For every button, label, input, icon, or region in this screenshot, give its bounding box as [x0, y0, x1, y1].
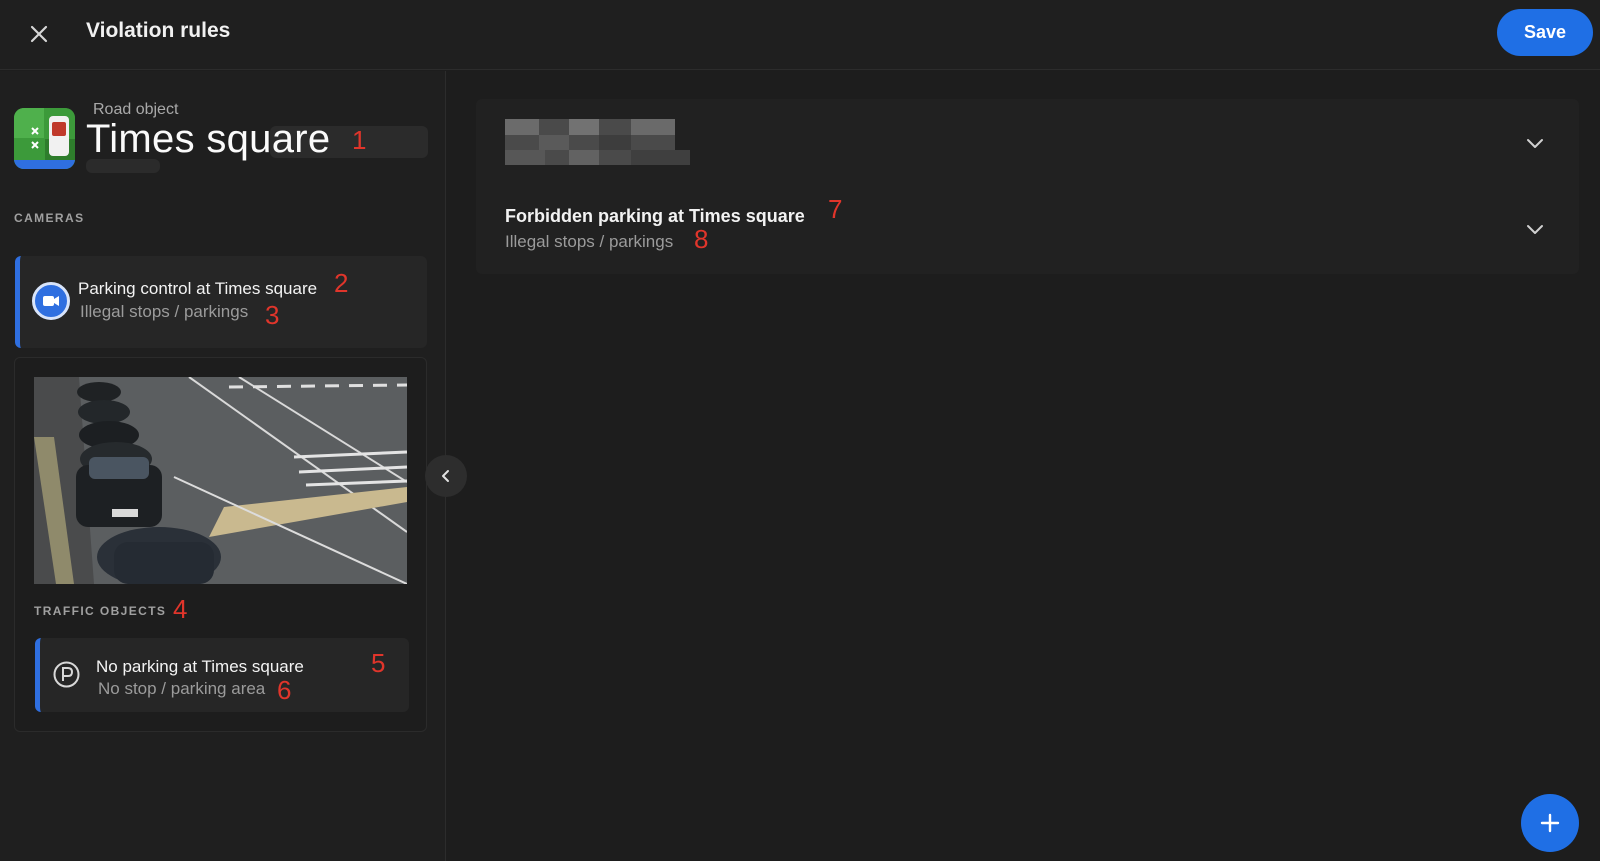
traffic-object-subtitle: No stop / parking area [98, 679, 266, 698]
road-object-logo [14, 108, 75, 169]
annotation-marker: 6 [277, 675, 292, 705]
camera-card-title: Parking control at Times square [78, 279, 318, 298]
camera-detail-box: TRAFFIC OBJECTS 4 No parking at Times sq… [14, 357, 427, 732]
traffic-object-title: No parking at Times square [96, 657, 304, 676]
rules-list: Forbidden parking at Times square Illega… [476, 99, 1579, 274]
add-rule-button[interactable] [1521, 794, 1579, 852]
annotation-marker: 4 [173, 594, 188, 624]
traffic-object-card[interactable]: No parking at Times square No stop / par… [35, 638, 409, 712]
rule-subtitle: Illegal stops / parkings [505, 232, 674, 251]
camera-preview-image [34, 377, 407, 584]
annotation-marker: 7 [828, 194, 843, 224]
close-button[interactable] [22, 17, 56, 51]
rule-item[interactable] [476, 99, 1579, 186]
save-button[interactable]: Save [1497, 9, 1593, 56]
rule-item[interactable]: Forbidden parking at Times square Illega… [476, 186, 1579, 274]
plus-icon [1540, 813, 1560, 833]
collapse-panel-button[interactable] [425, 455, 467, 497]
cameras-section-label: CAMERAS [14, 211, 85, 225]
annotation-marker: 8 [694, 224, 709, 254]
camera-icon [32, 282, 70, 320]
traffic-objects-section-label: TRAFFIC OBJECTS [34, 604, 167, 618]
camera-card[interactable]: Parking control at Times square Illegal … [15, 256, 427, 348]
chevron-down-icon[interactable] [1525, 219, 1545, 239]
annotation-marker: 1 [352, 125, 367, 155]
road-object-title: Times square [86, 117, 331, 161]
top-bar: Violation rules Save [0, 0, 1600, 70]
chevron-left-icon [442, 470, 449, 482]
chevron-down-icon[interactable] [1525, 133, 1545, 153]
camera-card-subtitle: Illegal stops / parkings [80, 302, 249, 321]
annotation-marker: 2 [334, 268, 349, 298]
page-title: Violation rules [86, 19, 231, 42]
parking-icon [53, 661, 80, 688]
rule-title: Forbidden parking at Times square [505, 206, 805, 226]
redacted-rule-title [505, 119, 690, 165]
annotation-marker: 5 [371, 648, 386, 678]
close-icon [30, 25, 48, 43]
annotation-marker: 3 [265, 300, 280, 330]
left-panel: Road object Times square 1 CAMERAS Parki… [0, 71, 446, 861]
